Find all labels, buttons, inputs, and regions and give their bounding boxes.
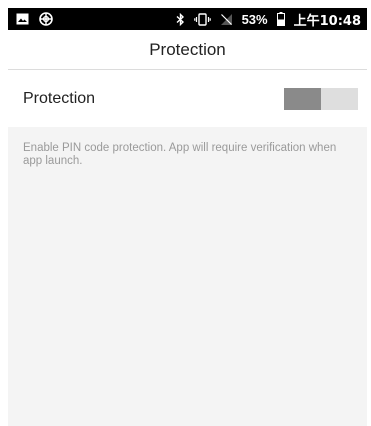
page-title: Protection bbox=[149, 39, 226, 59]
description-panel: Enable PIN code protection. App will req… bbox=[8, 127, 367, 426]
bluetooth-icon bbox=[176, 12, 185, 26]
image-icon bbox=[16, 13, 29, 25]
status-bar: 53% 上午10:48 bbox=[8, 8, 367, 30]
protection-label: Protection bbox=[23, 90, 96, 107]
status-time: 上午10:48 bbox=[293, 13, 361, 29]
status-left-icons bbox=[16, 12, 53, 26]
toggle-track bbox=[321, 88, 358, 110]
status-right-icons: 53% 上午10:48 bbox=[176, 10, 361, 29]
protection-setting-row: Protection bbox=[8, 71, 367, 127]
toggle-thumb bbox=[284, 88, 321, 110]
protection-screen: 53% 上午10:48 Protection Protection Enable… bbox=[0, 0, 371, 426]
vibrate-icon bbox=[193, 12, 211, 26]
protection-toggle[interactable] bbox=[284, 88, 358, 110]
app-notification-icon bbox=[39, 12, 53, 26]
protection-description: Enable PIN code protection. App will req… bbox=[23, 142, 337, 167]
battery-icon bbox=[276, 12, 285, 26]
app-bar: Protection bbox=[8, 30, 367, 70]
battery-percent: 53% bbox=[241, 11, 268, 27]
no-signal-icon bbox=[220, 13, 233, 26]
